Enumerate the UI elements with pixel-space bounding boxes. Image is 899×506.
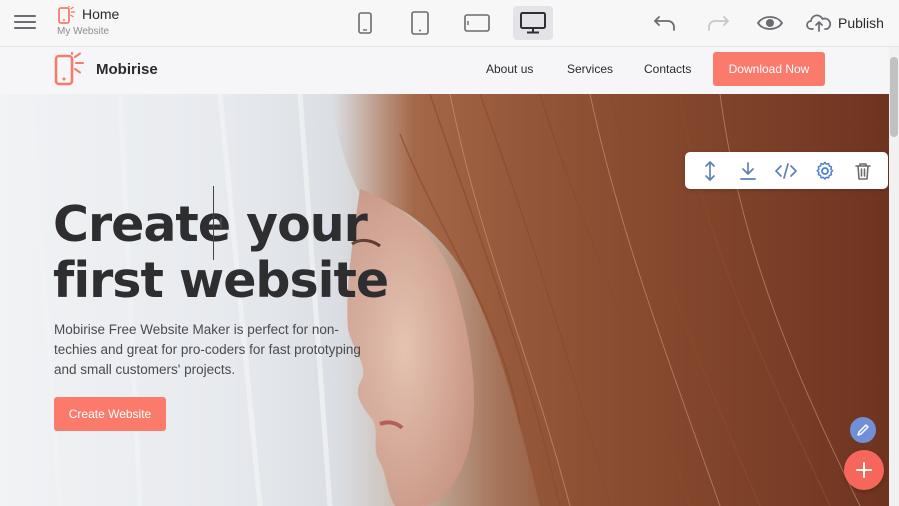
redo-button[interactable] [703,8,733,38]
publish-button[interactable]: Publish [806,8,884,38]
plus-icon [856,462,872,478]
hero-title[interactable]: Create your first website [53,197,413,309]
mobile-view-button[interactable] [345,6,385,40]
trash-icon [855,162,871,180]
redo-icon [708,16,729,31]
publish-label: Publish [838,15,884,31]
hero-description[interactable]: Mobirise Free Website Maker is perfect f… [54,320,364,380]
phone-icon [358,12,372,34]
delete-block-button[interactable] [848,156,878,186]
menu-icon[interactable] [14,13,36,31]
site-name: My Website [57,26,110,37]
download-icon [740,161,757,180]
brand-name[interactable]: Mobirise [96,61,158,78]
block-settings-button[interactable] [810,156,840,186]
add-block-button[interactable] [844,450,884,490]
brand-logo-icon[interactable] [53,51,89,92]
desktop-icon [520,12,546,34]
nav-link-services[interactable]: Services [567,62,613,76]
site-navbar: Mobirise About us Services Contacts Down… [0,47,889,94]
code-editor-button[interactable] [771,156,801,186]
text-cursor-icon: I [219,217,223,232]
page-title[interactable]: Home [82,6,119,22]
undo-icon [654,16,675,31]
scrollbar-thumb[interactable] [890,57,898,137]
tablet-view-button[interactable] [400,6,440,40]
gear-icon [816,161,833,180]
hero-title-line-1: Create your [53,196,368,253]
save-block-button[interactable] [733,156,763,186]
eye-icon [756,16,784,30]
desktop-view-button[interactable] [513,6,553,40]
cloud-upload-icon [806,14,832,32]
tablet-landscape-icon [464,14,490,32]
code-icon [775,162,798,179]
block-toolbar [685,152,888,189]
download-now-button[interactable]: Download Now [713,52,825,86]
pencil-icon [857,424,869,436]
tablet-landscape-view-button[interactable] [457,6,497,40]
nav-link-contacts[interactable]: Contacts [644,62,691,76]
hero-title-line-2: first website [53,252,389,309]
move-block-button[interactable] [695,156,725,186]
create-website-button[interactable]: Create Website [54,397,166,431]
edit-style-button[interactable] [850,417,876,443]
undo-button[interactable] [650,8,680,38]
move-icon [705,160,715,181]
editor-toolbar: Home My Website Publish [0,0,899,47]
text-caret [213,186,214,260]
nav-link-about[interactable]: About us [486,62,533,76]
preview-button[interactable] [755,8,785,38]
tablet-icon [411,11,429,35]
